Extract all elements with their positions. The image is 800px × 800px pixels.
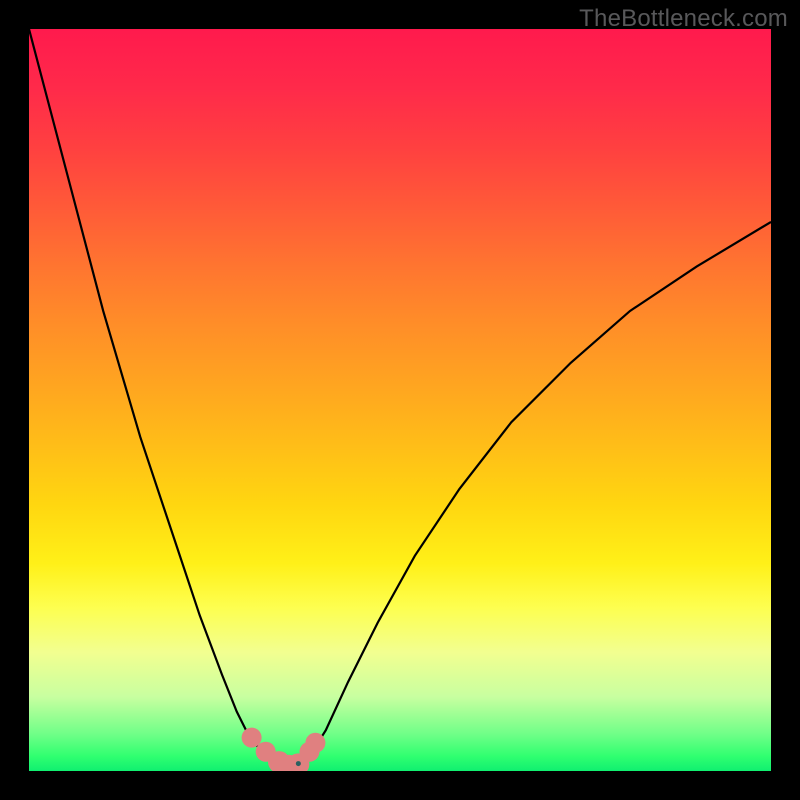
plot-area	[29, 29, 771, 771]
left-upper-dot	[242, 728, 262, 748]
watermark: TheBottleneck.com	[579, 5, 788, 33]
accent-dot	[296, 761, 301, 766]
right-dot-2	[305, 733, 325, 753]
markers-group	[242, 728, 326, 771]
markers-svg	[29, 29, 771, 771]
